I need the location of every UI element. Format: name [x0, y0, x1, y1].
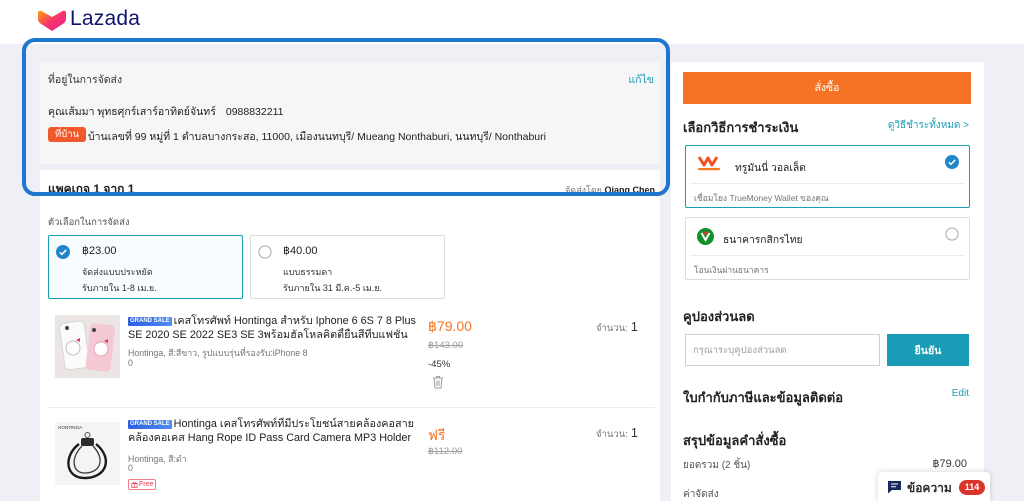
grand-sale-badge: GRAND SALE	[128, 420, 172, 429]
seller-name: Qiang Chen	[604, 185, 655, 195]
chat-messages-button[interactable]: ข้อความ 114	[878, 472, 990, 501]
place-order-button[interactable]: สั่งซื้อ	[683, 72, 971, 104]
product-price: ฟรี	[428, 427, 446, 443]
address-type-badge: ที่บ้าน	[48, 127, 87, 142]
shipping-option-price: ฿40.00	[283, 245, 318, 257]
product-original-price: ฿143.00	[428, 340, 464, 351]
payment-option-name: ทรูมันนี่ วอลเล็ต	[735, 163, 806, 174]
grand-sale-badge: GRAND SALE	[128, 317, 172, 326]
package-title: แพคเกจ 1 จาก 1	[48, 182, 135, 196]
unread-count-badge: 114	[959, 480, 985, 495]
product-variant-extra: 0	[128, 358, 133, 368]
trash-icon[interactable]	[432, 375, 444, 389]
shipping-options-title: ตัวเลือกในการจัดส่ง	[48, 217, 130, 228]
view-all-payments-link[interactable]: ดูวิธีชำระทั้งหมด >	[888, 118, 969, 133]
quantity-label: จำนวน:	[596, 429, 628, 440]
check-circle-icon	[945, 155, 959, 169]
payment-divider	[690, 183, 965, 184]
chat-label: ข้อความ	[907, 481, 952, 495]
address-title: ที่อยู่ในการจัดส่ง	[48, 74, 123, 86]
order-summary-title: สรุปข้อมูลคำสั่งซื้อ	[683, 433, 787, 448]
payment-divider	[690, 255, 965, 256]
shipping-option-eta: รับภายใน 1-8 เม.ย.	[82, 283, 157, 293]
quantity-label: จำนวน:	[596, 323, 628, 334]
product-title-text: เคสโทรศัพท์ Hontinga สำหรับ Iphone 6 6S …	[173, 315, 416, 327]
apply-coupon-button[interactable]: ยืนยัน	[887, 334, 969, 366]
payment-method-title: เลือกวิธีการชำระเงิน	[683, 120, 799, 135]
recipient-phone: 0988832211	[225, 106, 284, 118]
product-image[interactable]: HONTINGA	[55, 422, 120, 485]
address-line: บ้านเลขที่ 99 หมู่ที่ 1 ตำบลบางกระสอ, 11…	[88, 131, 546, 143]
payment-option-sub: โอนเงินผ่านธนาคาร	[694, 265, 769, 275]
subtotal-value: ฿79.00	[932, 458, 967, 470]
coupon-input[interactable]	[685, 334, 880, 366]
lazada-logo[interactable]: Lazada	[36, 6, 146, 34]
radio-empty-icon[interactable]	[258, 245, 272, 259]
tax-invoice-title: ใบกำกับภาษีและข้อมูลติดต่อ	[683, 390, 844, 405]
recipient-name: คุณเส้มมา พุทธศุกร์เสาร์อาทิตย์จันทร์	[48, 106, 216, 118]
address-edit-link[interactable]: แก้ไข	[628, 71, 654, 88]
product-title-line[interactable]: GRAND SALE Hontinga เคสโทรศัพท์ที่มีประโย…	[128, 417, 420, 431]
product-discount: -45%	[428, 359, 451, 370]
payment-option-sub: เชื่อมโยง TrueMoney Wallet ของคุณ	[694, 193, 829, 203]
truemoney-icon	[695, 155, 725, 173]
recipient-line: คุณเส้มมา พุทธศุกร์เสาร์อาทิตย์จันทร์ 098…	[48, 103, 293, 120]
quantity-value: 1	[630, 320, 638, 334]
payment-option-name: ธนาคารกสิกรไทย	[723, 235, 803, 246]
product-title-text: Hontinga เคสโทรศัพท์ที่มีประโยชน์สายคล้อ…	[173, 418, 414, 430]
shipping-option-name: จัดส่งแบบประหยัด	[82, 267, 153, 277]
shipping-fee-label: ค่าจัดส่ง	[683, 489, 719, 500]
radio-empty-icon[interactable]	[945, 227, 959, 241]
checkout-page: Lazada ที่อยู่ในการจัดส่ง แก้ไข คุณเส้มม…	[0, 0, 1024, 501]
product-quantity: จำนวน: 1	[596, 426, 638, 442]
quantity-value: 1	[630, 426, 638, 440]
brand-name: Lazada	[70, 7, 141, 30]
product-quantity: จำนวน: 1	[596, 320, 638, 336]
top-bar	[0, 0, 1024, 44]
product-original-price: ฿112.00	[428, 446, 463, 457]
free-tag-label: Free	[139, 481, 154, 488]
subtotal-label: ยอดรวม (2 ชิ้น)	[683, 460, 751, 471]
item-divider	[48, 407, 655, 408]
product-variant-extra: 0	[128, 463, 133, 473]
kbank-icon	[697, 228, 714, 245]
check-circle-icon	[56, 245, 70, 259]
product-image-brand-text: HONTINGA	[58, 425, 83, 430]
shipping-option-eta: รับภายใน 31 มี.ค.-5 เม.ย.	[283, 283, 383, 293]
shipping-option-name: แบบธรรมดา	[283, 267, 333, 277]
tax-invoice-edit-link[interactable]: Edit	[952, 388, 969, 399]
coupon-title: คูปองส่วนลด	[683, 309, 755, 324]
chat-icon	[887, 480, 902, 494]
product-image[interactable]	[55, 315, 120, 378]
lazada-heart-icon	[38, 9, 66, 32]
product-price: ฿79.00	[428, 318, 472, 334]
package-seller: จัดส่งโดย Qiang Chen	[565, 183, 655, 197]
shipping-option-price: ฿23.00	[82, 245, 117, 257]
product-title-line[interactable]: SE 2020 SE 2022 SE3 SE 3พร้อมฮัลโหลคิตตี…	[128, 328, 420, 342]
product-title-line[interactable]: คล้องคอเคส Hang Rope ID Pass Card Camera…	[128, 431, 420, 445]
free-gift-tag: Free	[128, 479, 157, 490]
shipped-by-label: จัดส่งโดย	[565, 185, 602, 195]
product-title-line[interactable]: GRAND SALE เคสโทรศัพท์ Hontinga สำหรับ Ip…	[128, 314, 420, 328]
gift-icon	[131, 482, 138, 488]
